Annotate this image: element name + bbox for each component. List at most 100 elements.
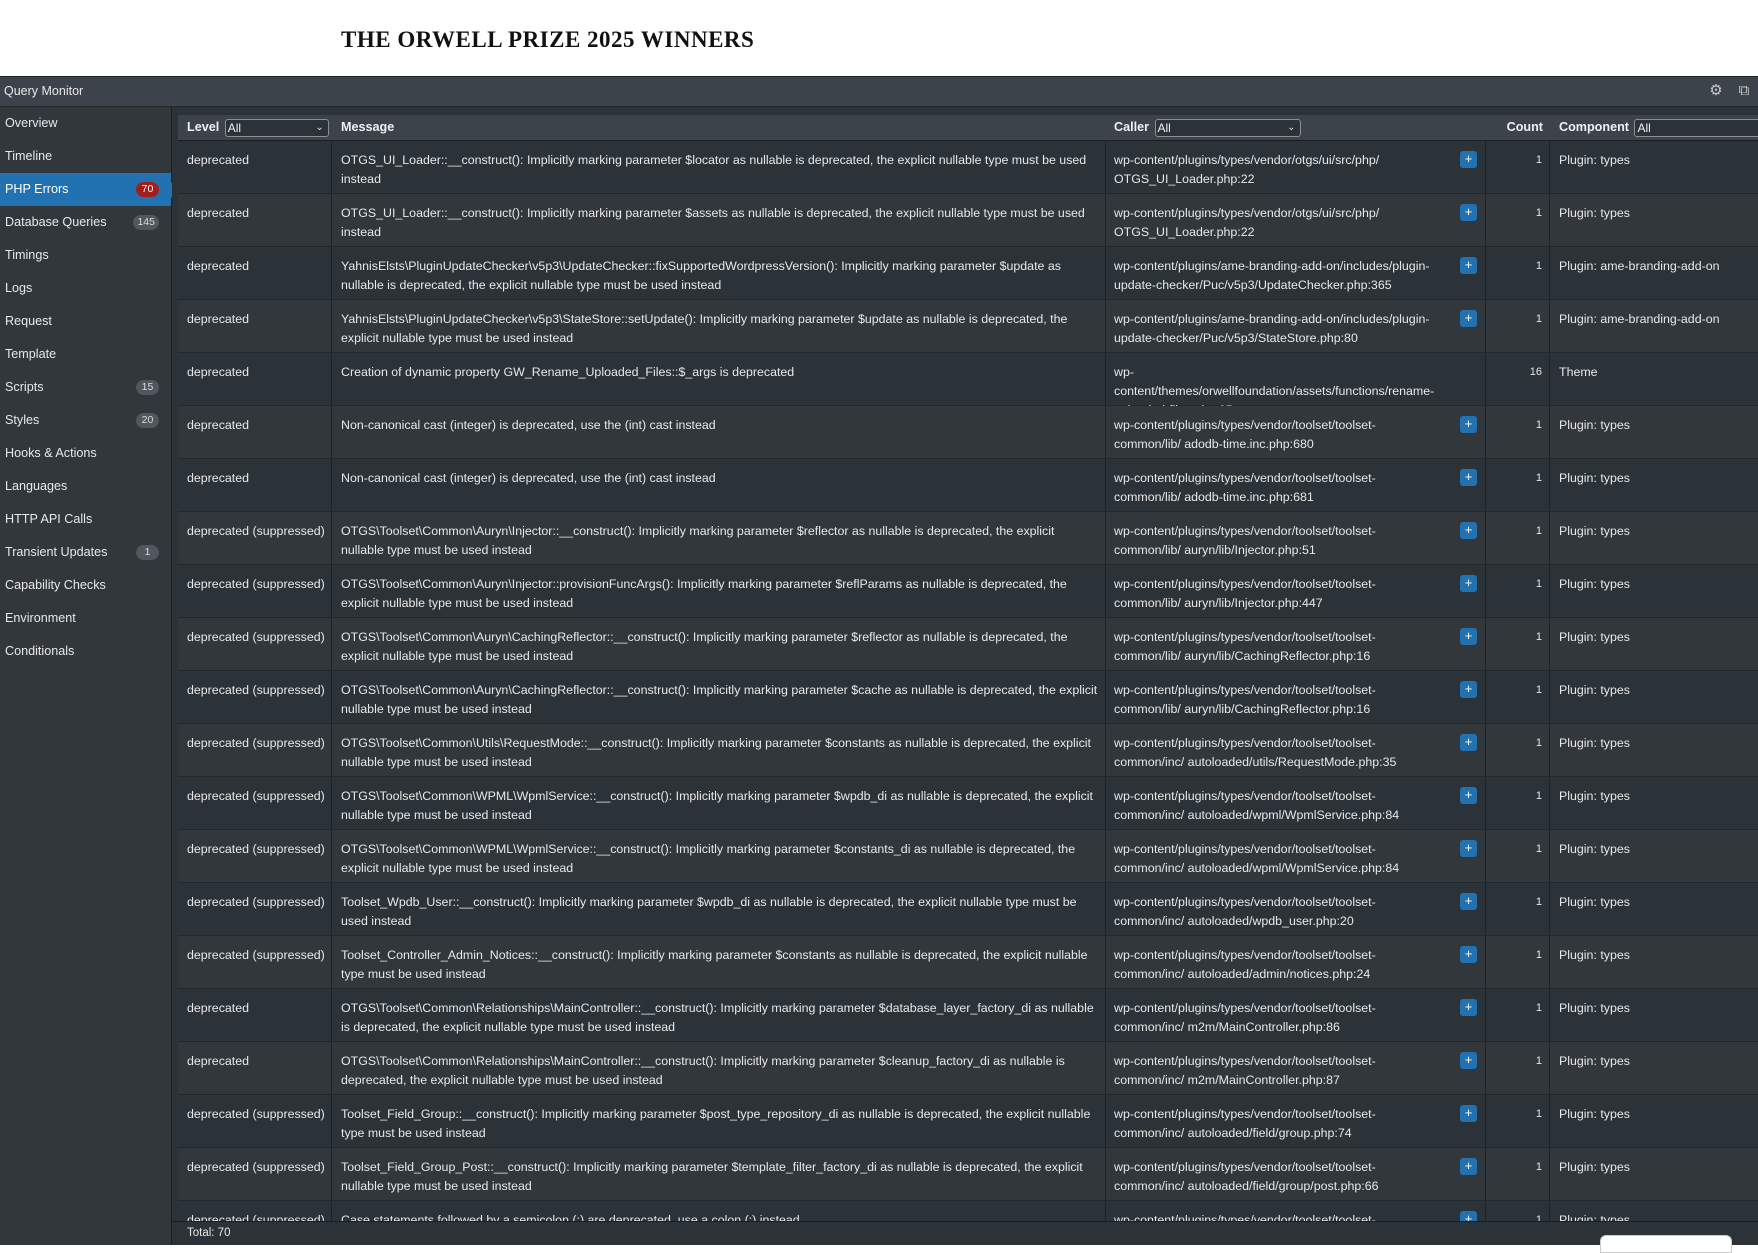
expand-stack-button[interactable]: + xyxy=(1460,522,1477,539)
expand-stack-button[interactable]: + xyxy=(1460,1105,1477,1122)
component-cell-text: Plugin: types xyxy=(1559,577,1630,591)
level-filter-select[interactable]: All ⌄ xyxy=(224,119,329,137)
level-cell: deprecated (suppressed) xyxy=(178,1201,332,1221)
expand-stack-button[interactable]: + xyxy=(1460,1158,1477,1175)
sidebar-item-styles[interactable]: Styles 20 xyxy=(0,404,171,437)
expand-stack-button[interactable]: + xyxy=(1460,257,1477,274)
table-row: deprecated OTGS\Toolset\Common\Relationsh… xyxy=(178,1042,1758,1095)
caller-cell: wp-content/plugins/types/vendor/toolset/… xyxy=(1106,830,1486,882)
level-cell: deprecated (suppressed) xyxy=(178,671,332,723)
count-cell-text: 1 xyxy=(1535,949,1542,961)
count-cell: 1 xyxy=(1486,300,1550,352)
message-cell-text: Non-canonical cast (integer) is deprecat… xyxy=(341,471,716,485)
level-cell: deprecated xyxy=(178,406,332,458)
sidebar-item-logs[interactable]: Logs xyxy=(0,272,171,305)
message-cell: OTGS\Toolset\Common\Auryn\Injector::__co… xyxy=(332,512,1106,564)
caller-filter-select[interactable]: All ⌄ xyxy=(1154,119,1301,137)
table-row: deprecated Creation of dynamic property G… xyxy=(178,353,1758,417)
gear-icon[interactable]: ⚙ xyxy=(1708,83,1724,99)
expand-stack-button[interactable]: + xyxy=(1460,1211,1477,1221)
component-cell: Plugin: types xyxy=(1550,1148,1758,1200)
count-cell: 1 xyxy=(1486,1095,1550,1147)
caller-cell: wp-content/plugins/types/vendor/toolset/… xyxy=(1106,1095,1486,1147)
component-cell-text: Plugin: types xyxy=(1559,418,1630,432)
sidebar-item-database-queries[interactable]: Database Queries 145 xyxy=(0,206,171,239)
count-cell-text: 16 xyxy=(1529,366,1542,378)
sidebar-item-php-errors[interactable]: PHP Errors 70 xyxy=(0,173,179,206)
expand-stack-button[interactable]: + xyxy=(1460,1052,1477,1069)
caller-cell-text: wp-content/plugins/types/vendor/toolset/… xyxy=(1114,1001,1376,1034)
expand-stack-button[interactable]: + xyxy=(1460,946,1477,963)
sidebar-item-label: Styles xyxy=(5,413,40,427)
expand-stack-button[interactable]: + xyxy=(1460,840,1477,857)
level-cell-text: deprecated xyxy=(187,1054,250,1068)
count-cell: 1 xyxy=(1486,194,1550,246)
component-filter-select[interactable]: All xyxy=(1634,119,1758,137)
component-cell: Plugin: types xyxy=(1550,459,1758,511)
sidebar-item-transient-updates[interactable]: Transient Updates 1 xyxy=(0,536,171,569)
component-cell: Plugin: types xyxy=(1550,141,1758,193)
sidebar-item-conditionals[interactable]: Conditionals xyxy=(0,635,171,668)
expand-stack-button[interactable]: + xyxy=(1460,204,1477,221)
sidebar-item-request[interactable]: Request xyxy=(0,305,171,338)
sidebar-item-template[interactable]: Template xyxy=(0,338,171,371)
level-cell: deprecated (suppressed) xyxy=(178,777,332,829)
component-cell-text: Plugin: types xyxy=(1559,471,1630,485)
message-cell: OTGS_UI_Loader::__construct(): Implicitl… xyxy=(332,141,1106,193)
expand-stack-button[interactable]: + xyxy=(1460,681,1477,698)
count-cell: 1 xyxy=(1486,989,1550,1041)
php-errors-panel: Level All ⌄ Message Caller All ⌄ Count Com… xyxy=(172,107,1758,1221)
expand-stack-button[interactable]: + xyxy=(1460,787,1477,804)
corner-widget xyxy=(1600,1235,1732,1253)
sidebar-item-overview[interactable]: Overview xyxy=(0,107,171,140)
count-cell: 1 xyxy=(1486,724,1550,776)
sidebar-item-environment[interactable]: Environment xyxy=(0,602,171,635)
message-cell-text: Toolset_Field_Group_Post::__construct():… xyxy=(341,1160,1083,1193)
sidebar-item-hooks-actions[interactable]: Hooks & Actions xyxy=(0,437,171,470)
sidebar-item-http-api-calls[interactable]: HTTP API Calls xyxy=(0,503,171,536)
expand-stack-button[interactable]: + xyxy=(1460,416,1477,433)
component-cell-text: Plugin: types xyxy=(1559,153,1630,167)
caller-cell: wp-content/plugins/types/vendor/toolset/… xyxy=(1106,883,1486,935)
count-cell-text: 1 xyxy=(1535,843,1542,855)
query-monitor-title: Query Monitor xyxy=(4,84,84,98)
table-row: deprecated (suppressed) OTGS\Toolset\Comm… xyxy=(178,724,1758,777)
count-cell-text: 1 xyxy=(1535,737,1542,749)
component-cell: Plugin: ame-branding-add-on xyxy=(1550,300,1758,352)
caller-cell-text: wp-content/plugins/types/vendor/toolset/… xyxy=(1114,895,1376,928)
count-cell: 1 xyxy=(1486,247,1550,299)
sidebar-item-languages[interactable]: Languages xyxy=(0,470,171,503)
sidebar-item-timings[interactable]: Timings xyxy=(0,239,171,272)
expand-stack-button[interactable]: + xyxy=(1460,151,1477,168)
component-cell: Plugin: types xyxy=(1550,1095,1758,1147)
component-cell: Theme xyxy=(1550,353,1758,405)
table-body: deprecated OTGS_UI_Loader::__construct():… xyxy=(178,141,1758,1221)
message-cell-text: Toolset_Field_Group::__construct(): Impl… xyxy=(341,1107,1091,1140)
component-cell-text: Plugin: types xyxy=(1559,895,1630,909)
level-cell-text: deprecated (suppressed) xyxy=(187,948,325,962)
expand-stack-button[interactable]: + xyxy=(1460,734,1477,751)
sidebar-item-label: Environment xyxy=(5,611,76,625)
window-toggle-icon[interactable]: ⧉ xyxy=(1736,83,1752,99)
expand-stack-button[interactable]: + xyxy=(1460,469,1477,486)
count-cell-text: 1 xyxy=(1535,419,1542,431)
sidebar-item-label: Hooks & Actions xyxy=(5,446,97,460)
message-cell-text: OTGS\Toolset\Common\Relationships\MainCo… xyxy=(341,1001,1094,1034)
sidebar-item-capability-checks[interactable]: Capability Checks xyxy=(0,569,171,602)
expand-stack-button[interactable]: + xyxy=(1460,628,1477,645)
level-cell: deprecated (suppressed) xyxy=(178,936,332,988)
component-cell-text: Plugin: types xyxy=(1559,842,1630,856)
expand-stack-button[interactable]: + xyxy=(1460,999,1477,1016)
count-cell: 1 xyxy=(1486,830,1550,882)
component-cell: Plugin: types xyxy=(1550,618,1758,670)
component-cell-text: Plugin: types xyxy=(1559,1160,1630,1174)
caller-cell: wp-content/plugins/types/vendor/toolset/… xyxy=(1106,406,1486,458)
expand-stack-button[interactable]: + xyxy=(1460,310,1477,327)
expand-stack-button[interactable]: + xyxy=(1460,893,1477,910)
message-cell: Toolset_Wpdb_User::__construct(): Implic… xyxy=(332,883,1106,935)
sidebar-item-timeline[interactable]: Timeline xyxy=(0,140,171,173)
site-header: THE ORWELL PRIZE 2025 WINNERS xyxy=(0,0,1758,76)
table-header: Level All ⌄ Message Caller All ⌄ Count Com… xyxy=(178,115,1758,141)
expand-stack-button[interactable]: + xyxy=(1460,575,1477,592)
sidebar-item-scripts[interactable]: Scripts 15 xyxy=(0,371,171,404)
